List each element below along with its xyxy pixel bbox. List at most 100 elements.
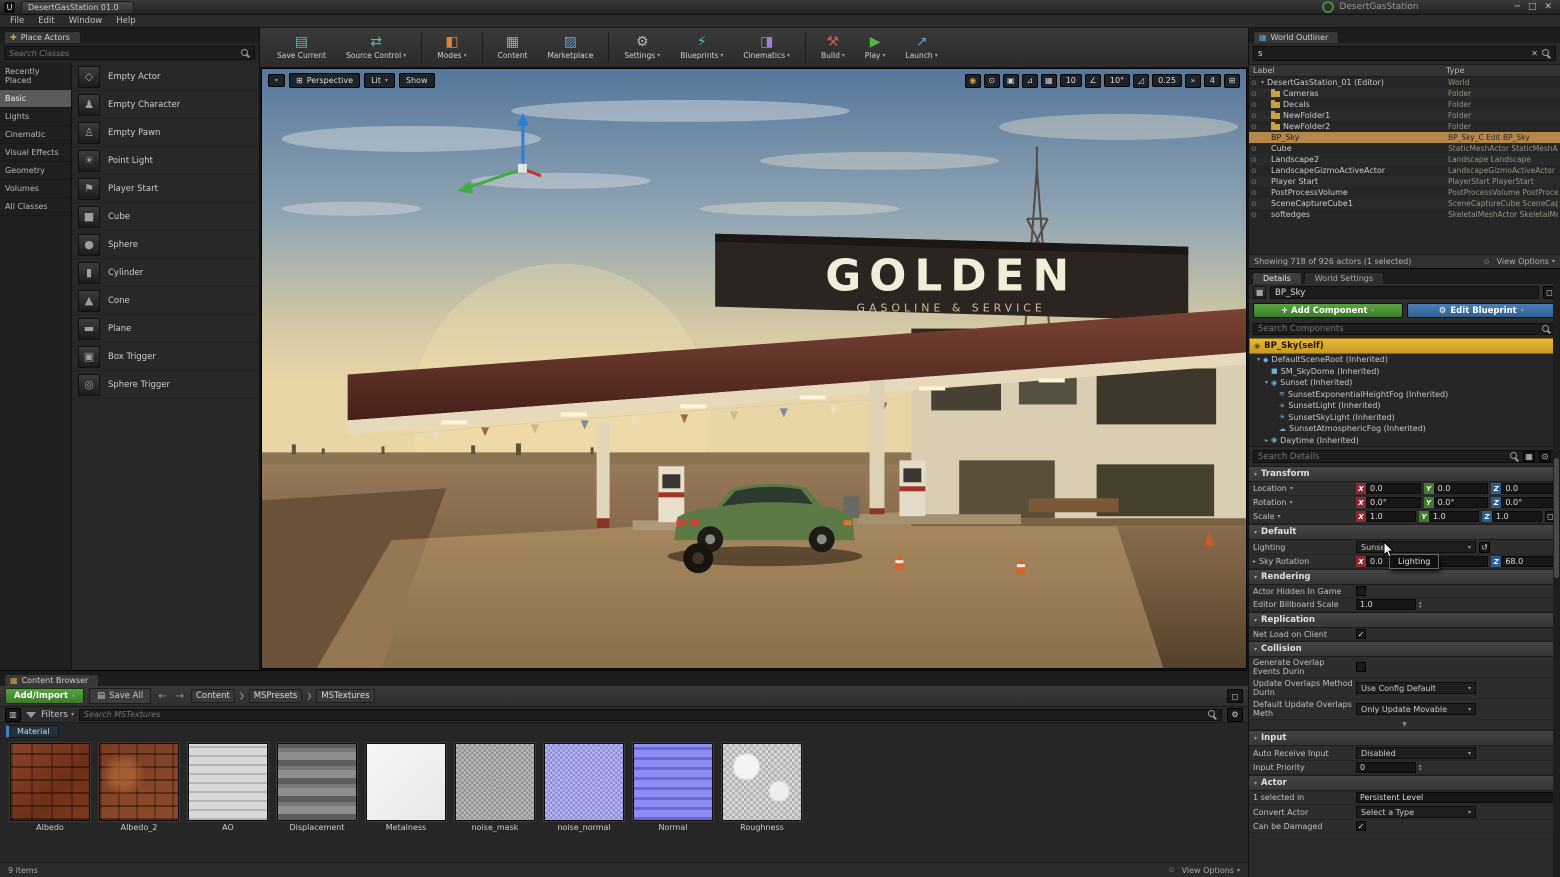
asset-tile[interactable]: Albedo_2 — [95, 743, 183, 832]
menu-help[interactable]: Help — [116, 16, 135, 26]
details-grid-icon[interactable]: ▦ — [1523, 451, 1535, 462]
lock-icon[interactable]: ◻ — [1227, 689, 1243, 703]
camera-speed-value[interactable]: 4 — [1204, 74, 1221, 87]
surface-snap-icon[interactable]: ⊿ — [1022, 74, 1038, 88]
asset-tile[interactable]: noise_mask — [451, 743, 539, 832]
list-item[interactable]: ♙Empty Pawn — [72, 119, 259, 147]
category-all-classes[interactable]: All Classes — [0, 198, 71, 216]
rotation-snap-icon[interactable]: ∠ — [1085, 74, 1101, 88]
list-item[interactable]: ▣Box Trigger — [72, 343, 259, 371]
modes-button[interactable]: ◧Modes▾ — [428, 28, 475, 67]
asset-tile[interactable]: noise_normal — [540, 743, 628, 832]
table-row[interactable]: ⊙▾DesertGasStation_01 (Editor)World — [1249, 77, 1560, 88]
billboard-scale-field[interactable]: 1.0 — [1356, 599, 1416, 610]
table-row[interactable]: ⊙LandscapeGizmoActiveActorLandscapeGizmo… — [1249, 165, 1560, 176]
edit-blueprint-button[interactable]: ⚙Edit Blueprint▾ — [1407, 303, 1557, 318]
marketplace-button[interactable]: ▨Marketplace — [538, 28, 602, 67]
lighting-dropdown[interactable]: Sunset▾ — [1356, 541, 1476, 553]
screenshot-icon[interactable]: ▣ — [1003, 74, 1019, 88]
breadcrumb-mstextures[interactable]: MSTextures — [316, 689, 374, 703]
viewport-options-button[interactable]: ▾ — [268, 74, 285, 87]
category-cinematic[interactable]: Cinematic — [0, 126, 71, 144]
section-transform[interactable]: ▾Transform — [1249, 466, 1560, 482]
world-outliner-tab[interactable]: ▦ World Outliner — [1253, 31, 1339, 43]
launch-button[interactable]: ↗Launch▾ — [897, 28, 947, 67]
list-item[interactable]: ⚑Player Start — [72, 175, 259, 203]
section-rendering[interactable]: ▾Rendering — [1249, 569, 1560, 585]
list-item[interactable]: ▲Cone — [72, 287, 259, 315]
clear-search-icon[interactable]: ✕ — [1531, 49, 1538, 58]
actor-name-field[interactable] — [1270, 286, 1539, 299]
section-input[interactable]: ▾Input — [1249, 730, 1560, 746]
build-button[interactable]: ⚒Build▾ — [812, 28, 854, 67]
list-item[interactable]: ♟Empty Character — [72, 91, 259, 119]
table-row[interactable]: ⊙NewFolder2Folder — [1249, 121, 1560, 132]
table-row[interactable]: ⊙Landscape2Landscape Landscape — [1249, 154, 1560, 165]
section-collision[interactable]: ▾Collision — [1249, 641, 1560, 657]
reset-icon[interactable]: ↺ — [1479, 542, 1490, 553]
visibility-eye-icon[interactable]: ⊙ — [1251, 178, 1261, 186]
category-lights[interactable]: Lights — [0, 108, 71, 126]
default-update-dropdown[interactable]: Only Update Movable▾ — [1356, 703, 1476, 715]
list-item[interactable]: ▾◆DefaultSceneRoot (Inherited) — [1249, 354, 1560, 366]
list-item[interactable]: ☁SunsetAtmosphericFog (Inherited) — [1249, 423, 1560, 435]
list-item[interactable]: ▬Plane — [72, 315, 259, 343]
lit-button[interactable]: Lit▾ — [364, 73, 395, 88]
asset-tile[interactable]: Normal — [629, 743, 717, 832]
save-current-button[interactable]: ▤Save Current — [268, 28, 335, 67]
tab-details[interactable]: Details — [1252, 272, 1302, 284]
list-item[interactable]: ■SM_SkyDome (Inherited) — [1249, 366, 1560, 378]
asset-tile[interactable]: Metalness — [362, 743, 450, 832]
expand-advanced-button[interactable]: ▼ — [1249, 720, 1560, 730]
table-row[interactable]: ⊙Player StartPlayerStart PlayerStart — [1249, 176, 1560, 187]
category-volumes[interactable]: Volumes — [0, 180, 71, 198]
window-tab[interactable]: DesertGasStation 01.0 — [21, 1, 134, 13]
place-actors-tab[interactable]: ✚ Place Actors — [4, 31, 81, 43]
list-item[interactable]: ◎Sphere Trigger — [72, 371, 259, 399]
blueprints-button[interactable]: ⚡Blueprints▾ — [671, 28, 732, 67]
minimize-button[interactable]: ─ — [1515, 2, 1520, 12]
menu-file[interactable]: File — [10, 16, 24, 26]
breadcrumb-content[interactable]: Content — [191, 689, 235, 703]
grid-snap-icon[interactable]: ▦ — [1041, 74, 1057, 88]
category-visual-effects[interactable]: Visual Effects — [0, 144, 71, 162]
components-search[interactable] — [1253, 323, 1556, 335]
list-item[interactable]: ▸◉Daytime (Inherited) — [1249, 435, 1560, 447]
update-overlaps-dropdown[interactable]: Use Config Default▾ — [1356, 682, 1476, 694]
list-item[interactable]: ☀Point Light — [72, 147, 259, 175]
input-priority-field[interactable]: 0 — [1356, 762, 1416, 773]
outliner-search-input[interactable] — [1258, 49, 1527, 59]
list-item[interactable]: ●Sphere — [72, 231, 259, 259]
menu-edit[interactable]: Edit — [38, 16, 54, 26]
table-row[interactable]: ⊙softedgesSkeletalMeshActor SkeletalMesh… — [1249, 209, 1560, 220]
search-components-input[interactable] — [1258, 324, 1538, 334]
search-classes-input[interactable] — [9, 49, 241, 58]
camera-speed-icon[interactable]: » — [1185, 74, 1201, 88]
source-control-button[interactable]: ⇄Source Control▾ — [337, 28, 415, 67]
breadcrumb-mspresets[interactable]: MSPresets — [249, 689, 303, 703]
spinner-icon[interactable]: ▴▾ — [1419, 601, 1422, 609]
settings-button[interactable]: ⚙Settings▾ — [615, 28, 669, 67]
table-row-selected[interactable]: ⊙BP_SkyBP_Sky_C Edit BP_Sky — [1249, 132, 1560, 143]
menu-window[interactable]: Window — [69, 16, 103, 26]
category-basic[interactable]: Basic — [0, 90, 71, 108]
visibility-eye-icon[interactable]: ⊙ — [1251, 79, 1261, 87]
section-actor[interactable]: ▾Actor — [1249, 775, 1560, 791]
maximize-button[interactable]: □ — [1528, 2, 1537, 12]
viewport-scene[interactable]: GOLDEN GASOLINE & SERVICE — [262, 69, 1246, 668]
search-details-input[interactable] — [1258, 452, 1506, 462]
content-search[interactable] — [79, 709, 1222, 721]
filters-button[interactable]: Filters▾ — [41, 710, 74, 720]
add-component-button[interactable]: + Add Component▾ — [1253, 303, 1403, 318]
game-view-icon[interactable]: ◉ — [965, 74, 981, 88]
table-row[interactable]: ⊙CubeStaticMeshActor StaticMeshActor — [1249, 143, 1560, 154]
sources-panel-icon[interactable]: ▥ — [5, 708, 21, 722]
rotation-snap-value[interactable]: 10° — [1104, 74, 1130, 87]
section-default[interactable]: ▾Default — [1249, 524, 1560, 540]
section-replication[interactable]: ▾Replication — [1249, 612, 1560, 628]
asset-tile[interactable]: Displacement — [273, 743, 361, 832]
show-button[interactable]: Show — [399, 73, 435, 88]
details-scrollbar[interactable] — [1553, 278, 1560, 877]
table-row[interactable]: ⊙SceneCaptureCube1SceneCaptureCube Scene… — [1249, 198, 1560, 209]
list-item[interactable]: ■Cube — [72, 203, 259, 231]
